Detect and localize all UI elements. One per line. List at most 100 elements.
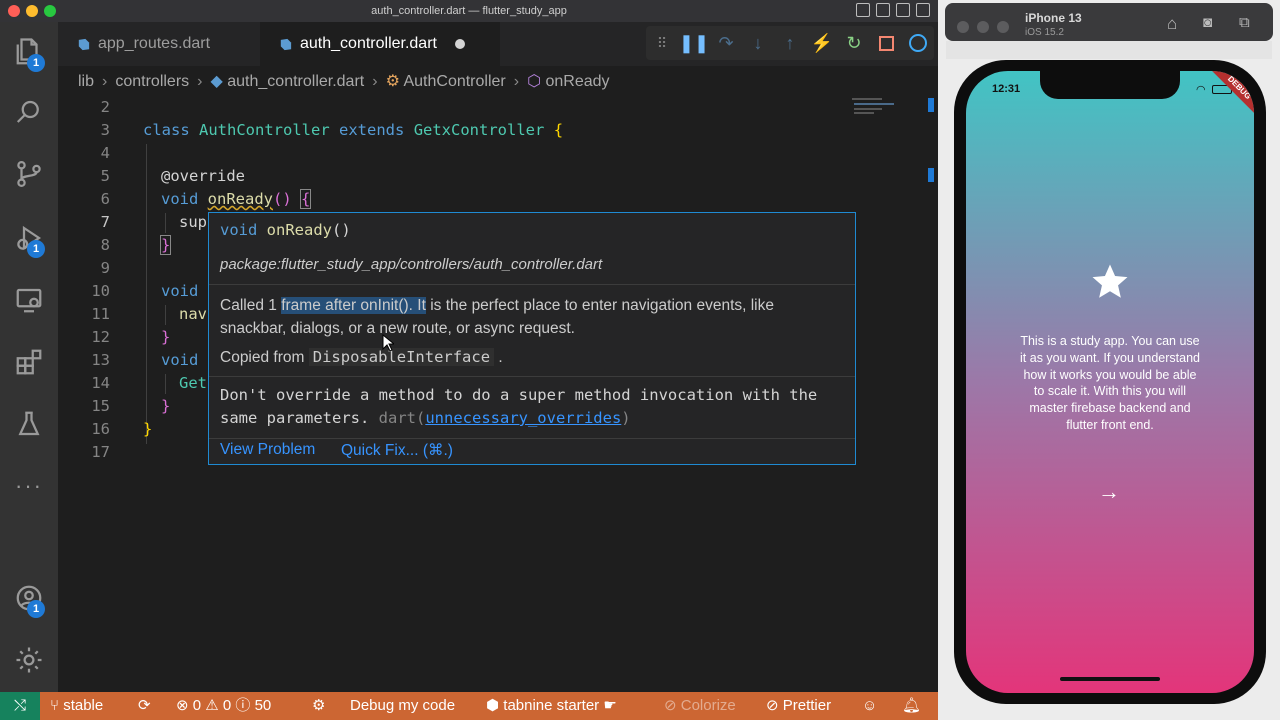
- breadcrumb-file[interactable]: auth_controller.dart: [227, 73, 364, 90]
- feedback-icon[interactable]: ☺: [862, 692, 877, 720]
- indent-guide: [165, 213, 166, 233]
- prettier-check-icon: ⊘: [766, 697, 779, 714]
- breadcrumb-method[interactable]: onReady: [546, 73, 610, 90]
- line-number: 13: [91, 351, 110, 369]
- hover-lint-message: Don't override a method to do a super me…: [220, 386, 818, 427]
- intro-text: This is a study app. You can use it as y…: [1020, 334, 1200, 432]
- stop-icon[interactable]: [870, 26, 902, 60]
- step-over-icon[interactable]: ↷: [710, 26, 742, 60]
- branch-icon: ⑂: [50, 697, 60, 714]
- hot-reload-icon[interactable]: ⚡: [806, 26, 838, 60]
- line-number: 6: [100, 190, 110, 208]
- code-line-5: @override: [161, 167, 245, 185]
- minimap[interactable]: [844, 98, 934, 198]
- debug-config-icon[interactable]: ⚙: [312, 692, 325, 720]
- debug-my-code-button[interactable]: Debug my code: [350, 692, 455, 720]
- hover-copied-from: Copied from DisposableInterface .: [220, 348, 503, 366]
- source-control-icon[interactable]: [9, 154, 49, 194]
- search-icon[interactable]: [9, 92, 49, 132]
- testing-icon[interactable]: [9, 404, 49, 444]
- hover-signature-section: void onReady() package:flutter_study_app…: [209, 213, 855, 285]
- step-into-icon[interactable]: ↓: [742, 26, 774, 60]
- app-screen[interactable]: 12:31 ◠ DEBUG This is a study app. You c…: [966, 71, 1254, 693]
- home-indicator: [1060, 677, 1160, 681]
- code-line-6: void onReady() {: [161, 189, 312, 209]
- home-icon[interactable]: ⌂: [1167, 14, 1177, 34]
- simulator-device-name: iPhone 13: [1025, 11, 1082, 25]
- status-time: 12:31: [992, 83, 1021, 95]
- phone-notch: [1040, 71, 1180, 99]
- code-line-3: class AuthController extends GetxControl…: [143, 121, 564, 139]
- step-out-icon[interactable]: ↑: [774, 26, 806, 60]
- breadcrumb-lib[interactable]: lib: [78, 73, 94, 90]
- wifi-icon: ◠: [1196, 84, 1206, 96]
- simulator-title-bar: iPhone 13 iOS 15.2 ⌂ ◙ ⧉: [945, 3, 1273, 41]
- close-window-button[interactable]: [957, 21, 969, 33]
- problems-status[interactable]: ⊗ 0 ⚠ 0 ⓘ 50: [176, 692, 271, 720]
- toggle-panel-icon[interactable]: [876, 3, 890, 17]
- more-icon[interactable]: ···: [9, 466, 49, 506]
- tabnine-icon: ⬢: [486, 697, 500, 714]
- settings-gear-icon[interactable]: [9, 640, 49, 680]
- quick-fix-link[interactable]: Quick Fix... (⌘.): [341, 441, 453, 460]
- zoom-window-button[interactable]: [997, 21, 1009, 33]
- breadcrumb-controllers[interactable]: controllers: [115, 73, 189, 90]
- arrow-forward-icon[interactable]: →: [1098, 479, 1120, 505]
- unsaved-dot-icon[interactable]: [455, 38, 466, 49]
- line-number: 2: [100, 98, 110, 116]
- toggle-sidebar-icon[interactable]: [856, 3, 870, 17]
- line-number: 17: [91, 443, 110, 461]
- error-icon: ⊗: [176, 697, 189, 714]
- sync-icon[interactable]: ⟳: [138, 692, 151, 720]
- hover-doc-text: Called 1 frame after onInit(). It is the…: [220, 297, 774, 337]
- explorer-badge: 1: [27, 54, 45, 72]
- tabnine-status[interactable]: ⬢ tabnine starter ☛: [486, 692, 617, 720]
- iphone-frame: 12:31 ◠ DEBUG This is a study app. You c…: [954, 60, 1266, 704]
- minimize-window-button[interactable]: [977, 21, 989, 33]
- close-window-button[interactable]: [8, 5, 20, 17]
- toggle-secondary-sidebar-icon[interactable]: [896, 3, 910, 17]
- minimize-window-button[interactable]: [26, 5, 38, 17]
- remote-explorer-icon[interactable]: [9, 280, 49, 320]
- activity-bar: 1 1 ··· 1: [0, 22, 58, 692]
- vscode-window: auth_controller.dart — flutter_study_app…: [0, 0, 938, 720]
- notifications-bell-icon[interactable]: 🔔︎: [902, 692, 921, 720]
- line-number: 10: [91, 282, 110, 300]
- dart-file-icon: ◆: [210, 73, 223, 90]
- drag-handle-icon[interactable]: ⠿: [646, 26, 678, 60]
- browser-strip: [946, 41, 1272, 59]
- hover-doc-section: Called 1 frame after onInit(). It is the…: [209, 285, 855, 377]
- title-bar: auth_controller.dart — flutter_study_app: [0, 0, 938, 22]
- layout-controls: [856, 3, 930, 17]
- view-problem-link[interactable]: View Problem: [220, 441, 315, 459]
- tab-auth-controller[interactable]: auth_controller.dart: [260, 22, 500, 66]
- debug-toolbar: ⠿ ❚❚ ↷ ↓ ↑ ⚡ ↻: [646, 26, 934, 60]
- tab-label: auth_controller.dart: [300, 35, 437, 52]
- screenshot-icon[interactable]: ◙: [1203, 14, 1212, 31]
- zoom-window-button[interactable]: [44, 5, 56, 17]
- lint-rule-link[interactable]: unnecessary_overrides: [425, 409, 621, 427]
- remote-indicator-icon[interactable]: ⤭: [0, 692, 40, 720]
- breadcrumb: lib › controllers › ◆ auth_controller.dart › ⚙…: [58, 66, 938, 98]
- tab-label: app_routes.dart: [98, 35, 211, 52]
- branch-status[interactable]: ⑂ stable: [50, 692, 103, 720]
- extensions-icon[interactable]: [9, 342, 49, 382]
- window-title: auth_controller.dart — flutter_study_app: [371, 5, 567, 17]
- restart-icon[interactable]: ↻: [838, 26, 870, 60]
- rotate-icon[interactable]: ⧉: [1239, 14, 1250, 31]
- code-line-10: void: [161, 282, 199, 300]
- line-number: 15: [91, 397, 110, 415]
- devtools-icon[interactable]: [902, 26, 934, 60]
- hover-tooltip: void onReady() package:flutter_study_app…: [208, 212, 856, 465]
- mouse-cursor-icon: [382, 334, 394, 352]
- pause-icon[interactable]: ❚❚: [678, 26, 710, 60]
- colorize-status[interactable]: ⊘ Colorize: [664, 692, 736, 720]
- code-line-11: nav: [179, 305, 207, 323]
- line-number: 16: [91, 420, 110, 438]
- customize-layout-icon[interactable]: [916, 3, 930, 17]
- prettier-status[interactable]: ⊘ Prettier: [766, 692, 831, 720]
- breadcrumb-class[interactable]: AuthController: [403, 73, 505, 90]
- tab-app-routes[interactable]: app_routes.dart: [58, 22, 260, 66]
- line-number: 3: [100, 121, 110, 139]
- code-line-14: Get: [179, 374, 207, 392]
